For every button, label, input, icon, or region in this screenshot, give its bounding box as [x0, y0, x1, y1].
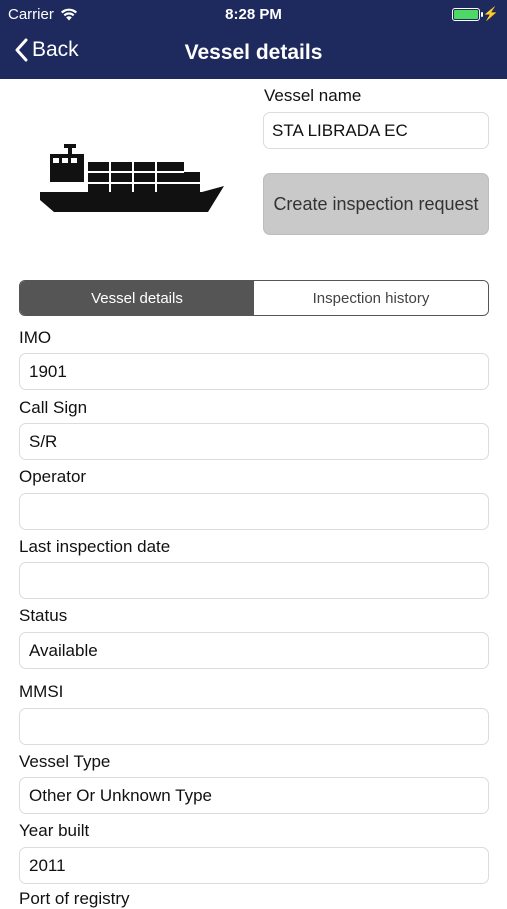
- call-sign-label: Call Sign: [19, 398, 88, 417]
- vessel-type-field[interactable]: Other Or Unknown Type: [19, 777, 489, 814]
- year-built-label: Year built: [19, 821, 90, 840]
- tab-vessel-details[interactable]: Vessel details: [20, 281, 254, 315]
- operator-field[interactable]: [19, 493, 489, 530]
- mmsi-field[interactable]: [19, 708, 489, 745]
- vessel-type-label: Vessel Type: [19, 752, 111, 771]
- battery-indicator: ⚡: [451, 6, 499, 22]
- vessel-name-label: Vessel name: [264, 86, 362, 105]
- create-inspection-request-button[interactable]: Create inspection request: [263, 173, 489, 235]
- year-built-field[interactable]: 2011: [19, 847, 489, 884]
- last-inspection-date-label: Last inspection date: [19, 537, 171, 556]
- segmented-control: Vessel details Inspection history: [19, 280, 489, 316]
- call-sign-field[interactable]: S/R: [19, 423, 489, 460]
- status-bar: Carrier 8:28 PM ⚡: [0, 0, 507, 30]
- clock: 8:28 PM: [225, 6, 282, 23]
- back-button[interactable]: Back: [14, 38, 79, 62]
- back-label: Back: [32, 38, 79, 61]
- cargo-ship-icon: [40, 144, 224, 212]
- status-field[interactable]: Available: [19, 632, 489, 669]
- imo-label: IMO: [19, 328, 52, 347]
- status-label: Status: [19, 606, 68, 625]
- imo-field[interactable]: 1901: [19, 353, 489, 390]
- operator-label: Operator: [19, 467, 87, 486]
- navigation-bar: Back Vessel details: [0, 30, 507, 79]
- last-inspection-date-field[interactable]: [19, 562, 489, 599]
- charging-bolt-icon: ⚡: [482, 6, 499, 21]
- battery-icon: [451, 7, 483, 21]
- port-of-registry-label: Port of registry: [19, 889, 130, 908]
- chevron-left-icon: [15, 38, 28, 62]
- vessel-name-field[interactable]: STA LIBRADA EC: [263, 112, 489, 149]
- tab-inspection-history[interactable]: Inspection history: [254, 281, 488, 315]
- mmsi-label: MMSI: [19, 682, 64, 701]
